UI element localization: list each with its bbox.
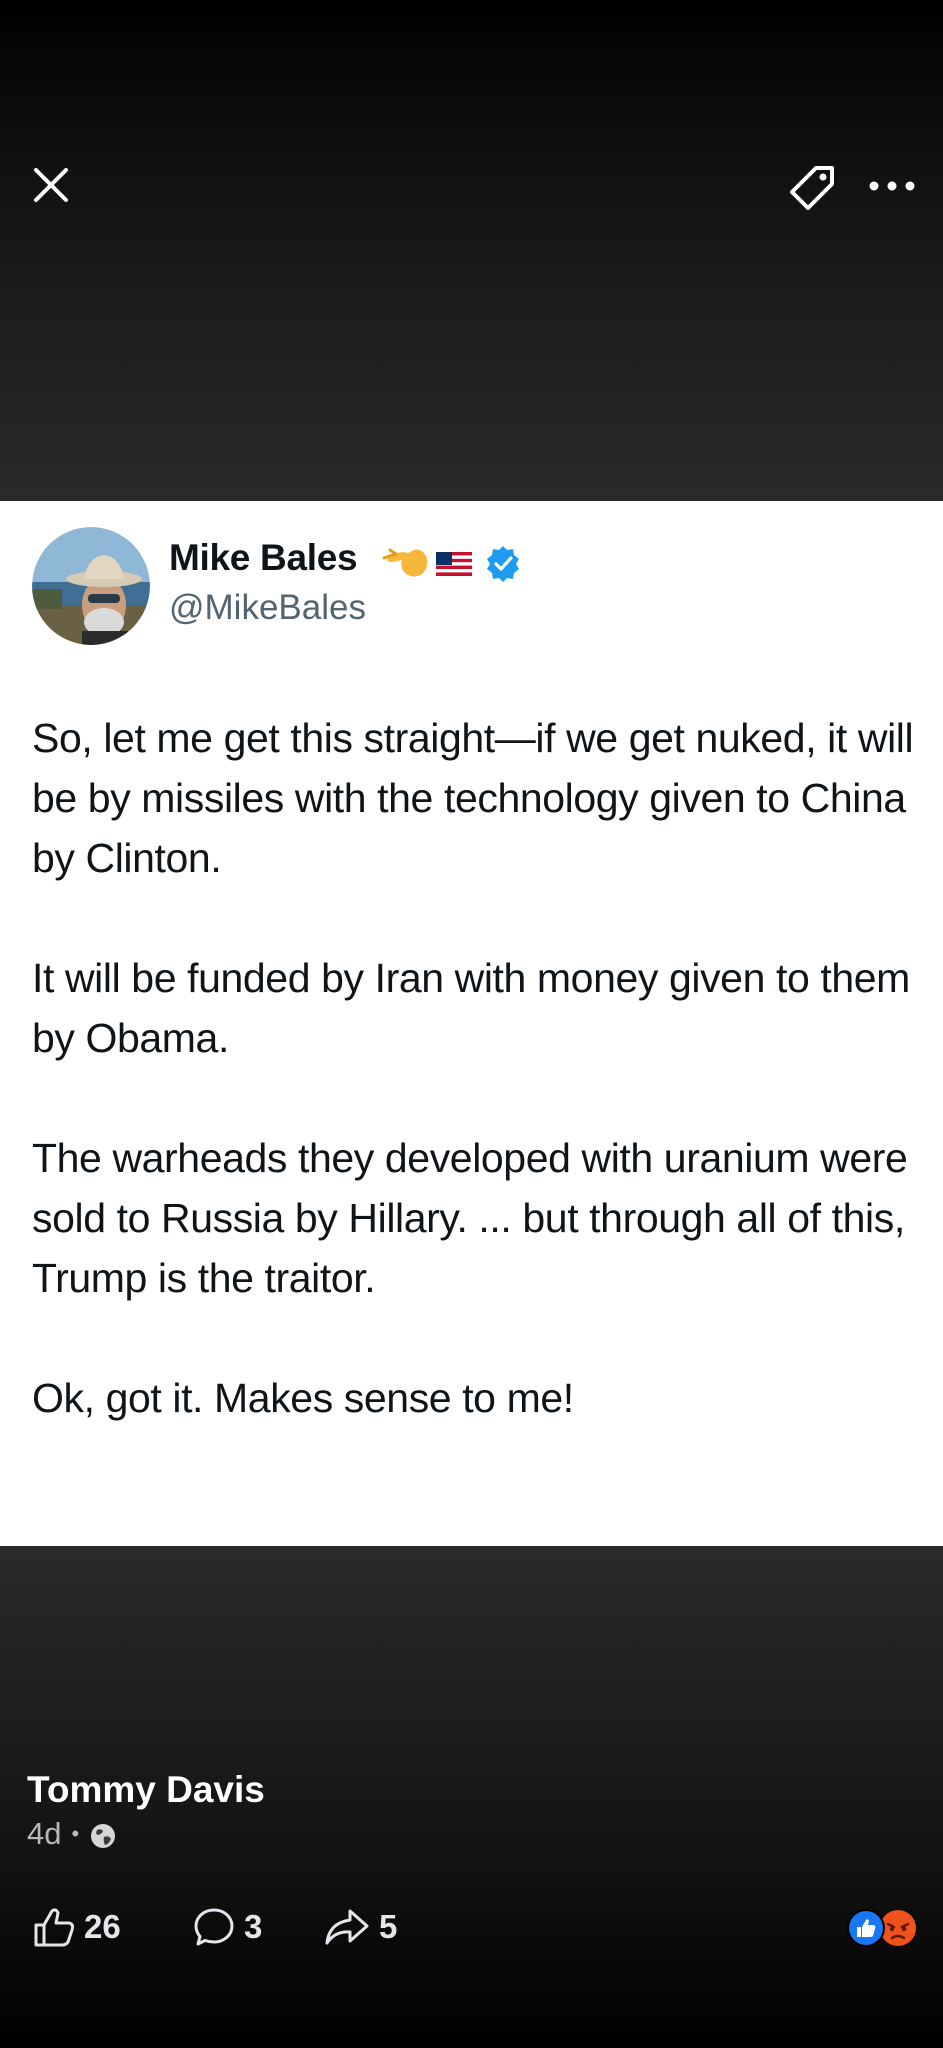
viewer-top-bar (0, 0, 943, 501)
post-author-name[interactable]: Tommy Davis (27, 1769, 265, 1811)
tweet-paragraph: The warheads they developed with uranium… (32, 1135, 908, 1301)
tweet-display-name: Mike Bales (169, 537, 358, 578)
like-reaction-icon (847, 1909, 885, 1947)
verified-badge-icon (487, 546, 519, 582)
meta-separator: • (71, 1821, 80, 1846)
share-count: 5 (379, 1908, 398, 1945)
post-meta: 4d • (27, 1814, 117, 1854)
post-timestamp[interactable]: 4d (27, 1816, 61, 1852)
comment-count: 3 (244, 1908, 263, 1945)
angry-reaction-icon (880, 1910, 916, 1946)
pointing-hand-emoji (382, 548, 428, 577)
close-icon[interactable] (26, 160, 76, 210)
comment-icon (194, 1908, 234, 1946)
reactions-summary[interactable] (846, 1908, 918, 1948)
tweet-handle: @MikeBales (169, 588, 366, 627)
more-options-icon[interactable] (864, 166, 920, 206)
tweet-body: So, let me get this straight—if we get n… (32, 708, 922, 1488)
share-button[interactable]: 5 (323, 1902, 397, 1952)
tweet-paragraph: It will be funded by Iran with money giv… (32, 955, 910, 1061)
thumbs-up-icon (34, 1908, 75, 1947)
like-button[interactable]: 26 (32, 1902, 121, 1952)
like-count: 26 (84, 1908, 121, 1945)
share-icon (325, 1909, 369, 1945)
name-emojis (382, 546, 519, 582)
tweet-paragraph: So, let me get this straight—if we get n… (32, 715, 914, 881)
globe-icon (91, 1824, 116, 1848)
us-flag-emoji (436, 552, 472, 576)
tweet-avatar (32, 527, 150, 645)
tweet-paragraph: Ok, got it. Makes sense to me! (32, 1375, 574, 1421)
comment-button[interactable]: 3 (192, 1902, 262, 1952)
tag-icon[interactable] (786, 160, 840, 214)
